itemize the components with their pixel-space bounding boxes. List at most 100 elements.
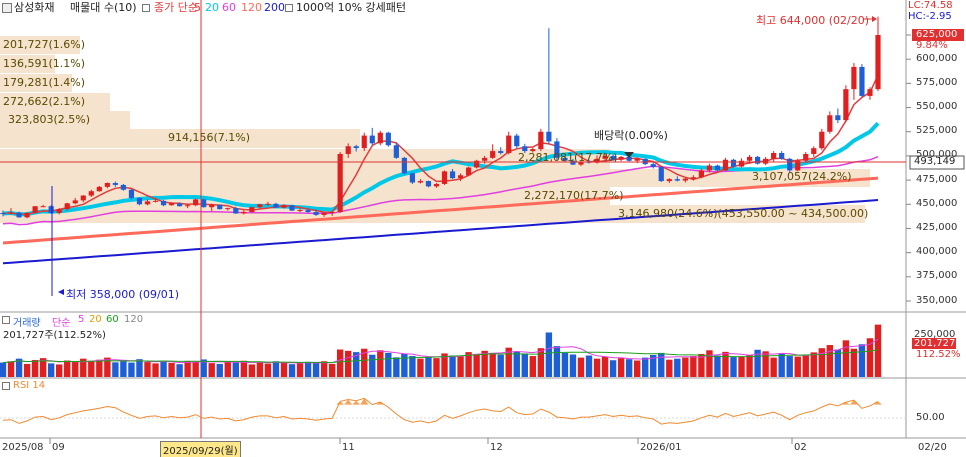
volume-bar	[385, 352, 392, 377]
ma-period-200[interactable]: 200	[264, 0, 285, 16]
volume-bar	[746, 355, 753, 377]
candle-body	[674, 179, 680, 181]
ma-checkbox-icon[interactable]	[142, 4, 150, 12]
profile-label-9: 2,272,170(17.7%)	[524, 189, 624, 202]
volume-ma-20[interactable]: 20	[89, 314, 102, 325]
volume-bar	[88, 360, 95, 377]
hc-value: HC:-2.95	[908, 11, 952, 22]
volume-bar	[585, 355, 593, 377]
profile-label-1: 201,727(1.6%)	[3, 38, 86, 51]
volume-bar	[617, 358, 625, 377]
volume-ma-5[interactable]: 5	[78, 314, 84, 325]
high-label: 최고 644,000 (02/20)	[756, 14, 870, 27]
volume-bar	[593, 358, 601, 377]
pattern-label[interactable]: 1000억 10% 강세패턴	[296, 0, 406, 16]
candle-body	[514, 135, 520, 147]
y-tick-625000: 625,000	[916, 29, 958, 40]
y-tick-350000: 350,000	[916, 295, 958, 306]
candle-body	[754, 156, 761, 164]
volume-bar	[682, 357, 689, 377]
low-label: 최저 358,000 (09/01)	[66, 288, 180, 301]
profile-label-4: 272,662(2.1%)	[3, 95, 86, 108]
y-tick-575000: 575,000	[916, 77, 958, 88]
candle-body	[40, 206, 46, 208]
candle-body	[305, 210, 311, 213]
ma-label[interactable]: 종가 단순	[154, 0, 198, 16]
volume-bar	[152, 363, 159, 377]
candle-body	[168, 203, 175, 206]
ma-period-120[interactable]: 120	[241, 0, 262, 16]
candle-body	[546, 131, 552, 142]
stock-chart[interactable]	[0, 0, 966, 457]
candle-body	[690, 177, 696, 179]
candle-body	[682, 178, 688, 181]
x-label-02-20: 02/20	[918, 442, 947, 453]
volume-bar	[521, 353, 528, 377]
volume-bar	[369, 354, 376, 377]
candle-body	[257, 204, 263, 208]
candle-body	[80, 195, 86, 201]
settings-icon[interactable]	[2, 3, 12, 13]
candle-body	[714, 165, 721, 171]
volume-bar	[722, 351, 729, 377]
candle-body	[722, 159, 729, 171]
volume-bar	[112, 362, 119, 377]
profile-label-6: 914,156(7.1%)	[168, 131, 251, 144]
candle-body	[787, 158, 793, 171]
ma-period-60[interactable]: 60	[222, 0, 236, 16]
volume-bar	[826, 345, 834, 377]
candle-body	[16, 212, 22, 218]
candle-body	[193, 199, 199, 206]
candle-body	[160, 200, 167, 206]
candle-body	[289, 205, 295, 211]
volume-ma-120[interactable]: 120	[124, 314, 143, 325]
candle-body	[482, 157, 488, 161]
candle-body	[185, 205, 191, 207]
ref-price-value: 493,149	[914, 156, 956, 167]
candle-body	[771, 153, 777, 159]
candle-body	[225, 208, 231, 210]
candle-body	[88, 191, 94, 196]
y-tick-450000: 450,000	[916, 198, 958, 209]
stock-name[interactable]: 삼성화재	[14, 0, 54, 16]
candle-body	[425, 181, 432, 187]
candle-body	[56, 209, 62, 213]
ma-period-5[interactable]: 5	[194, 0, 201, 16]
volume-bar	[449, 355, 456, 377]
volume-bar	[224, 361, 231, 377]
rsi-settings-icon[interactable]	[2, 382, 10, 390]
candle-body	[851, 66, 857, 90]
candle-body	[217, 204, 223, 210]
pattern-checkbox-icon[interactable]	[285, 4, 293, 12]
volume-bar	[232, 362, 239, 377]
volume-bar	[393, 357, 400, 377]
candle-body	[144, 201, 151, 205]
candle-body	[875, 35, 881, 90]
volume-ma-60[interactable]: 60	[106, 314, 119, 325]
volume-bar	[176, 364, 183, 377]
candle-body	[281, 205, 287, 208]
volume-bar	[417, 358, 424, 377]
candle-body	[433, 183, 440, 187]
volume-bar	[128, 362, 135, 377]
candle-body	[337, 153, 343, 213]
ma-period-20[interactable]: 20	[205, 0, 219, 16]
candle-body	[457, 175, 464, 179]
y-tick-525000: 525,000	[916, 125, 958, 136]
volume-settings-icon[interactable]	[2, 316, 10, 324]
candle-body	[498, 151, 504, 154]
volume-bar	[208, 363, 215, 377]
volume-bar	[23, 363, 31, 377]
volume-bar	[545, 332, 553, 377]
rsi-title[interactable]: RSI 14	[13, 380, 45, 391]
volume-bar	[312, 362, 320, 377]
profile-label-2: 136,591(1.1%)	[3, 57, 86, 70]
candle-body	[377, 132, 383, 144]
volume-bar	[561, 352, 569, 377]
profile-label[interactable]: 매물대 수(10)	[70, 0, 137, 16]
candle-body	[265, 203, 271, 205]
candle-body	[634, 158, 640, 161]
candle-body	[369, 135, 375, 144]
volume-bar	[609, 360, 617, 377]
volume-bar	[802, 354, 809, 377]
